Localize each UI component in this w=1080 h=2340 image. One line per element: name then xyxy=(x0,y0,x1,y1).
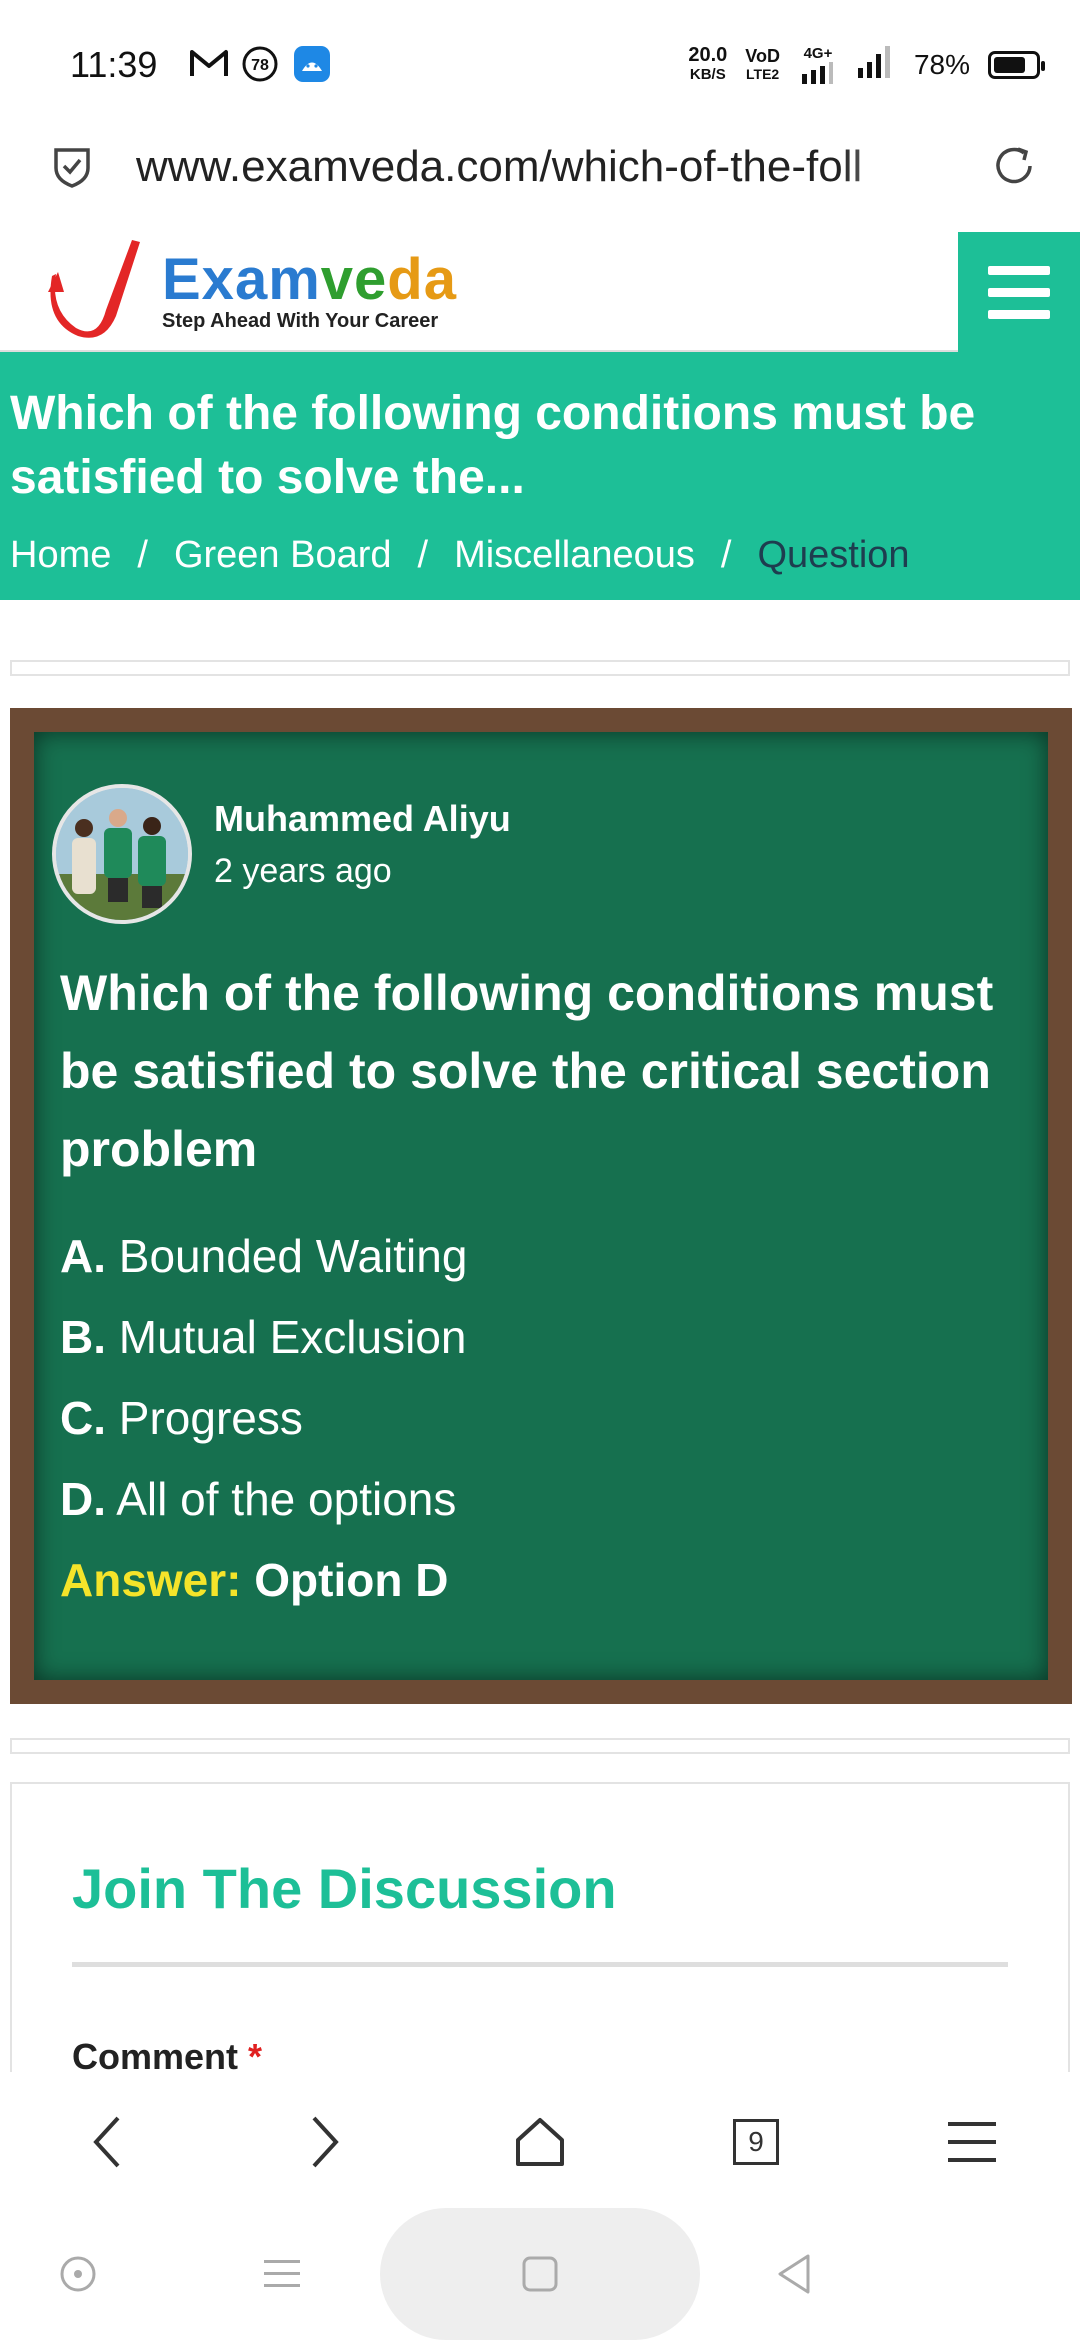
browser-url-bar[interactable]: www.examveda.com/which-of-the-foll xyxy=(0,132,1080,232)
tabs-count: 9 xyxy=(733,2119,779,2165)
author-name[interactable]: Muhammed Aliyu xyxy=(214,798,511,840)
discussion-section: Join The Discussion Comment * xyxy=(10,1782,1070,2082)
page-title: Which of the following conditions must b… xyxy=(10,387,976,504)
browser-bottom-nav: 9 xyxy=(0,2072,1080,2208)
back-icon[interactable] xyxy=(68,2102,148,2182)
option-d: D. All of the options xyxy=(60,1473,457,1525)
breadcrumb-current: Question xyxy=(757,534,910,576)
notification-badge-icon: 78 xyxy=(240,44,280,89)
discussion-divider xyxy=(72,1962,1008,1967)
answer-label: Answer: xyxy=(60,1554,242,1606)
browser-menu-icon[interactable] xyxy=(932,2102,1012,2182)
answer: Answer: Option D xyxy=(60,1540,467,1621)
svg-text:78: 78 xyxy=(251,57,269,74)
signal-icon xyxy=(856,44,896,85)
forward-icon[interactable] xyxy=(284,2102,364,2182)
assistant-icon[interactable] xyxy=(58,2254,98,2299)
chalkboard-frame: Muhammed Aliyu 2 years ago Which of the … xyxy=(10,708,1072,1704)
wifi-4g-icon: 4G+ xyxy=(798,45,838,84)
home-icon[interactable] xyxy=(500,2102,580,2182)
system-back-icon[interactable] xyxy=(774,2252,814,2301)
status-right: 20.0 KB/S VoD LTE2 4G+ 78% xyxy=(688,43,1045,85)
site-header: Examveda Step Ahead With Your Career xyxy=(0,232,1080,352)
chalkboard: Muhammed Aliyu 2 years ago Which of the … xyxy=(34,732,1048,1680)
gmail-icon xyxy=(188,44,230,87)
app-icon xyxy=(292,44,332,89)
shield-check-icon[interactable] xyxy=(48,142,96,195)
system-nav-bar xyxy=(0,2208,1080,2340)
post-time: 2 years ago xyxy=(214,852,392,890)
divider-card xyxy=(10,660,1070,676)
breadcrumb-home[interactable]: Home xyxy=(10,534,111,577)
reload-icon[interactable] xyxy=(988,140,1040,197)
discussion-title: Join The Discussion xyxy=(72,1857,617,1920)
volte-indicator: VoD LTE2 xyxy=(745,45,780,82)
required-mark: * xyxy=(248,2036,263,2077)
breadcrumb: Home / Green Board / Miscellaneous / Que… xyxy=(10,534,1070,577)
url-text[interactable]: www.examveda.com/which-of-the-foll xyxy=(136,142,936,192)
logo-wordmark: Examveda xyxy=(162,247,457,312)
divider-card xyxy=(10,1738,1070,1754)
options-list: A. Bounded Waiting B. Mutual Exclusion C… xyxy=(60,1216,467,1621)
logo-tagline: Step Ahead With Your Career xyxy=(162,310,439,332)
avatar[interactable] xyxy=(52,784,192,924)
clock: 11:39 xyxy=(70,44,158,85)
breadcrumb-separator: / xyxy=(137,534,148,576)
hamburger-menu-icon[interactable] xyxy=(958,232,1080,352)
option-b: B. Mutual Exclusion xyxy=(60,1311,467,1363)
breadcrumb-green-board[interactable]: Green Board xyxy=(174,534,392,577)
home-square-icon[interactable] xyxy=(520,2254,560,2299)
breadcrumb-separator: / xyxy=(720,534,732,576)
breadcrumb-separator: / xyxy=(417,534,429,576)
answer-value: Option D xyxy=(254,1554,449,1606)
breadcrumb-miscellaneous[interactable]: Miscellaneous xyxy=(454,534,695,577)
examveda-logo[interactable] xyxy=(44,232,164,349)
tabs-icon[interactable]: 9 xyxy=(716,2102,796,2182)
battery-percent: 78% xyxy=(913,48,970,80)
page-title-band: Which of the following conditions must b… xyxy=(0,352,1080,600)
network-speed: 20.0 KB/S xyxy=(688,43,728,83)
battery-icon xyxy=(988,50,1045,79)
recent-apps-icon[interactable] xyxy=(262,2256,302,2297)
option-c: C. Progress xyxy=(60,1392,303,1444)
question-text: Which of the following conditions must b… xyxy=(60,965,994,1177)
option-a: A. Bounded Waiting xyxy=(60,1230,468,1282)
status-bar: 11:39 78 20.0 KB/S VoD LTE2 4G+ 78% xyxy=(0,0,1080,132)
